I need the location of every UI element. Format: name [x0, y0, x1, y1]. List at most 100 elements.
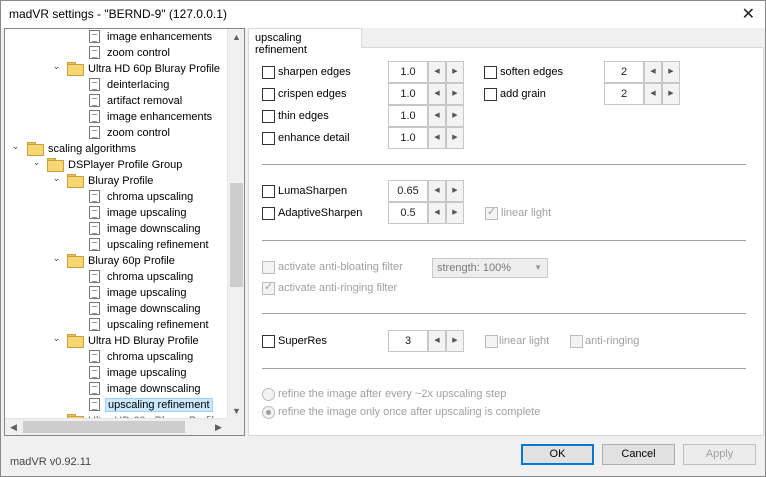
tree-item-selected[interactable]: upscaling refinement [89, 397, 213, 413]
tree-item[interactable]: image downscaling [89, 381, 203, 397]
tree-vertical-scrollbar[interactable]: ▲ ▼ [227, 29, 244, 419]
increment-icon[interactable]: ▶ [446, 127, 464, 149]
anti-bloating-checkbox[interactable] [262, 261, 275, 274]
tree-item[interactable]: image upscaling [89, 365, 189, 381]
settings-tree[interactable]: image enhancements zoom control ⌄ Ultra … [4, 28, 245, 436]
decrement-icon[interactable]: ◀ [644, 61, 662, 83]
tree-item[interactable]: scaling algorithms [27, 141, 138, 157]
decrement-icon[interactable]: ◀ [428, 202, 446, 224]
tree-item[interactable]: image upscaling [89, 285, 189, 301]
cancel-button[interactable]: Cancel [602, 444, 675, 465]
tree-item[interactable]: artifact removal [89, 93, 184, 109]
thin-edges-checkbox[interactable] [262, 110, 275, 123]
sharpen-edges-value[interactable]: 1.0 [388, 61, 428, 83]
adaptivesharpen-checkbox[interactable] [262, 207, 275, 220]
soften-edges-value[interactable]: 2 [604, 61, 644, 83]
crispen-edges-checkbox[interactable] [262, 88, 275, 101]
tree-item[interactable]: zoom control [89, 125, 172, 141]
tree-item[interactable]: image upscaling [89, 205, 189, 221]
increment-icon[interactable]: ▶ [662, 83, 680, 105]
chevron-down-icon[interactable]: ⌄ [11, 141, 20, 157]
adaptivesharpen-value[interactable]: 0.5 [388, 202, 428, 224]
tree-item-label: scaling algorithms [48, 143, 137, 155]
tree-item[interactable]: upscaling refinement [89, 317, 211, 333]
ok-button[interactable]: OK [521, 444, 594, 465]
decrement-icon[interactable]: ◀ [428, 83, 446, 105]
refine-once-radio[interactable] [262, 406, 275, 419]
strength-dropdown[interactable]: strength: 100% ▼ [432, 258, 548, 278]
enhance-detail-value[interactable]: 1.0 [388, 127, 428, 149]
scroll-right-arrow-icon[interactable]: ▶ [210, 419, 227, 435]
thin-edges-value[interactable]: 1.0 [388, 105, 428, 127]
superres-linear-light-checkbox[interactable] [485, 335, 498, 348]
superres-checkbox[interactable] [262, 335, 275, 348]
tree-item[interactable]: zoom control [89, 45, 172, 61]
anti-bloating-label: activate anti-bloating filter [278, 261, 403, 273]
soften-edges-spinner[interactable]: 2 ◀ ▶ [604, 61, 680, 83]
tree-item[interactable]: image downscaling [89, 301, 203, 317]
tab-upscaling-refinement[interactable]: upscaling refinement [248, 28, 362, 56]
close-icon[interactable]: ✕ [742, 4, 755, 24]
anti-ringing-checkbox[interactable] [262, 280, 275, 295]
lumasharpen-value[interactable]: 0.65 [388, 180, 428, 202]
superres-anti-ringing-checkbox[interactable] [570, 335, 583, 348]
tree-item[interactable]: Ultra HD 60p Bluray Profile [67, 61, 222, 77]
chevron-down-icon[interactable]: ⌄ [52, 333, 61, 349]
soften-edges-checkbox[interactable] [484, 66, 497, 79]
tree-item[interactable]: Bluray 60p Profile [67, 253, 177, 269]
thin-edges-spinner[interactable]: 1.0 ◀ ▶ [388, 105, 464, 127]
adaptive-linear-light-checkbox[interactable] [485, 205, 498, 220]
scroll-up-arrow-icon[interactable]: ▲ [228, 29, 244, 45]
scroll-thumb[interactable] [230, 183, 243, 287]
tree-item[interactable]: deinterlacing [89, 77, 171, 93]
chevron-down-icon[interactable]: ⌄ [52, 61, 61, 77]
chevron-down-icon[interactable]: ⌄ [32, 157, 41, 173]
sharpen-edges-checkbox[interactable] [262, 66, 275, 79]
tree-item[interactable]: Ultra HD Bluray Profile [67, 333, 201, 349]
tree-item[interactable]: DSPlayer Profile Group [47, 157, 184, 173]
enhance-detail-checkbox[interactable] [262, 132, 275, 145]
apply-button[interactable]: Apply [683, 444, 756, 465]
increment-icon[interactable]: ▶ [446, 83, 464, 105]
tree-item[interactable]: image downscaling [89, 221, 203, 237]
scroll-thumb[interactable] [23, 421, 185, 433]
increment-icon[interactable]: ▶ [446, 180, 464, 202]
scroll-down-arrow-icon[interactable]: ▼ [228, 403, 244, 419]
chevron-down-icon[interactable]: ⌄ [52, 253, 61, 269]
increment-icon[interactable]: ▶ [662, 61, 680, 83]
superres-spinner[interactable]: 3 ◀ ▶ [388, 330, 464, 352]
refine-every-step-radio[interactable] [262, 388, 275, 401]
crispen-edges-value[interactable]: 1.0 [388, 83, 428, 105]
decrement-icon[interactable]: ◀ [644, 83, 662, 105]
lumasharpen-spinner[interactable]: 0.65 ◀ ▶ [388, 180, 464, 202]
decrement-icon[interactable]: ◀ [428, 180, 446, 202]
crispen-edges-spinner[interactable]: 1.0 ◀ ▶ [388, 83, 464, 105]
add-grain-spinner[interactable]: 2 ◀ ▶ [604, 83, 680, 105]
add-grain-checkbox[interactable] [484, 88, 497, 101]
increment-icon[interactable]: ▶ [446, 105, 464, 127]
increment-icon[interactable]: ▶ [446, 61, 464, 83]
enhance-detail-spinner[interactable]: 1.0 ◀ ▶ [388, 127, 464, 149]
increment-icon[interactable]: ▶ [446, 330, 464, 352]
add-grain-value[interactable]: 2 [604, 83, 644, 105]
tree-item[interactable]: upscaling refinement [89, 237, 211, 253]
lumasharpen-checkbox[interactable] [262, 185, 275, 198]
tree-item[interactable]: Bluray Profile [67, 173, 155, 189]
tree-horizontal-scrollbar[interactable]: ◀ ▶ [5, 418, 227, 435]
adaptivesharpen-spinner[interactable]: 0.5 ◀ ▶ [388, 202, 464, 224]
tree-item[interactable]: image enhancements [89, 109, 214, 125]
chevron-down-icon[interactable]: ⌄ [52, 173, 61, 189]
tree-item[interactable]: chroma upscaling [89, 269, 195, 285]
tree-item[interactable]: chroma upscaling [89, 349, 195, 365]
document-icon [89, 366, 100, 379]
decrement-icon[interactable]: ◀ [428, 105, 446, 127]
tree-item[interactable]: chroma upscaling [89, 189, 195, 205]
sharpen-edges-spinner[interactable]: 1.0 ◀ ▶ [388, 61, 464, 83]
scroll-left-arrow-icon[interactable]: ◀ [5, 419, 22, 435]
decrement-icon[interactable]: ◀ [428, 61, 446, 83]
tree-item[interactable]: image enhancements [89, 29, 214, 45]
superres-value[interactable]: 3 [388, 330, 428, 352]
increment-icon[interactable]: ▶ [446, 202, 464, 224]
decrement-icon[interactable]: ◀ [428, 127, 446, 149]
decrement-icon[interactable]: ◀ [428, 330, 446, 352]
